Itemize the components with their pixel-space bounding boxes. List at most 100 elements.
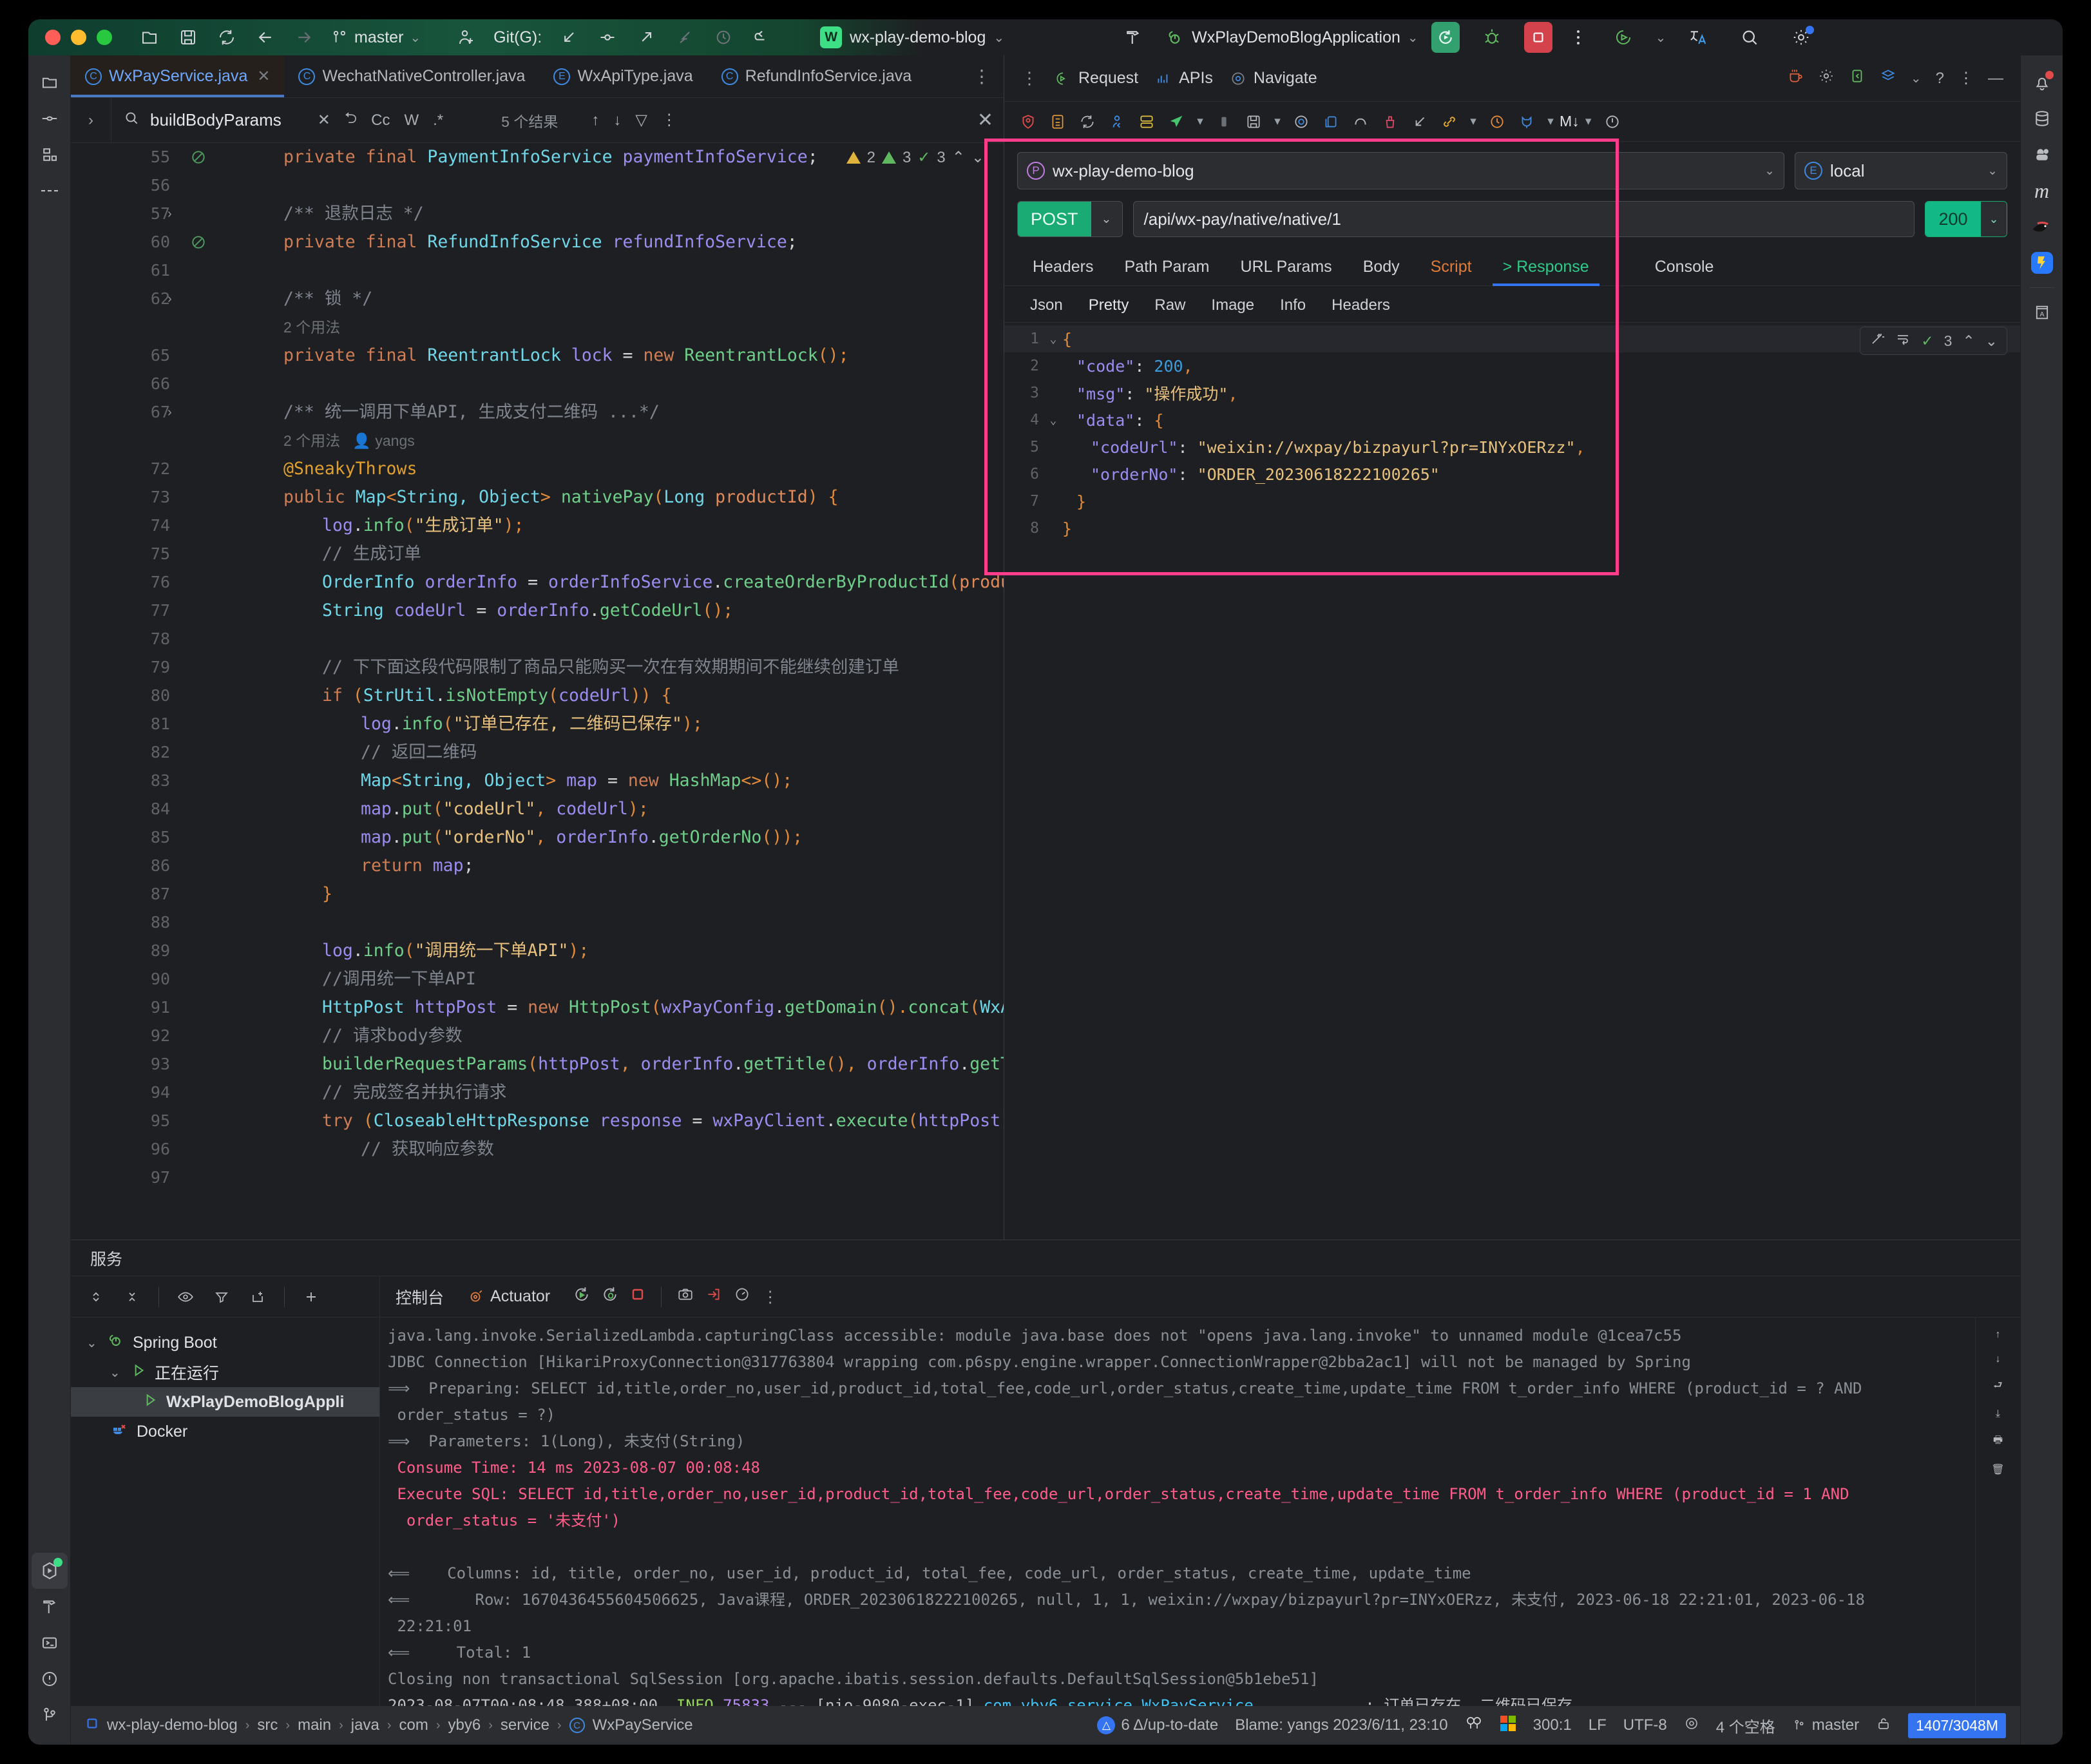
version-control-tool-icon[interactable] xyxy=(32,1697,68,1733)
scroll-down-icon[interactable]: ⌄ xyxy=(1985,332,1998,350)
shield-icon[interactable] xyxy=(1013,107,1043,137)
environment-selector[interactable]: E local ⌄ xyxy=(1795,152,2007,189)
tab-console[interactable]: Console xyxy=(1639,249,1730,285)
layers-icon[interactable] xyxy=(1880,68,1896,89)
vcs-status[interactable]: △ 6 Δ/up-to-date xyxy=(1097,1716,1218,1734)
code-line[interactable]: return map; xyxy=(361,852,474,880)
request-file-selector[interactable]: P wx-play-demo-blog ⌄ xyxy=(1017,152,1784,189)
code-line[interactable]: map.put("codeUrl", codeUrl); xyxy=(361,795,649,823)
filter-icon[interactable] xyxy=(207,1282,236,1312)
console-more-icon[interactable]: ⋮ xyxy=(762,1287,778,1307)
bracket-icon[interactable] xyxy=(1849,68,1866,89)
scroll-end-icon[interactable]: ⤓ xyxy=(1996,1408,2000,1420)
json-fold-marker[interactable]: ⌄ xyxy=(1044,332,1062,346)
translate-icon[interactable] xyxy=(1679,19,1717,55)
tab-raw[interactable]: Raw xyxy=(1141,289,1198,322)
module-selector[interactable]: M↓ xyxy=(1560,107,1580,137)
close-window-button[interactable] xyxy=(45,30,61,45)
navigate-back-icon[interactable] xyxy=(246,19,285,55)
url-input[interactable]: /api/wx-pay/native/native/1 xyxy=(1132,201,1914,237)
tab-pretty[interactable]: Pretty xyxy=(1076,289,1142,322)
tab-path-param[interactable]: Path Param xyxy=(1109,249,1225,285)
cat-icon[interactable] xyxy=(1512,107,1542,137)
http-method-selector[interactable]: POST ⌄ xyxy=(1017,201,1123,237)
close-icon[interactable]: ✕ xyxy=(257,67,270,86)
git-update-icon[interactable] xyxy=(549,19,588,55)
find-previous-icon[interactable]: ↑ xyxy=(591,111,599,129)
expand-collapse-icon[interactable] xyxy=(81,1282,111,1312)
sliders-icon[interactable] xyxy=(1043,107,1073,137)
code-line[interactable]: // 获取响应参数 xyxy=(361,1135,494,1164)
breadcrumb-item-0[interactable]: wx-play-demo-blog xyxy=(107,1716,238,1734)
tree-node-docker[interactable]: Docker xyxy=(71,1417,379,1446)
response-status-badge[interactable]: 200 ⌄ xyxy=(1925,201,2007,237)
minimize-panel-icon[interactable]: — xyxy=(1988,70,2003,88)
save-icon[interactable] xyxy=(1239,107,1268,137)
json-line[interactable]: 2 "code": 200, xyxy=(1004,352,2020,379)
microsoft-icon[interactable] xyxy=(1500,1715,1516,1736)
link-icon[interactable] xyxy=(1435,107,1464,137)
show-hide-icon[interactable] xyxy=(171,1282,200,1312)
settings-gear-icon[interactable] xyxy=(1782,19,1820,55)
json-fold-marker[interactable]: ⌄ xyxy=(1044,414,1062,427)
git-push-icon[interactable] xyxy=(627,19,665,55)
code-line[interactable]: log.info("生成订单"); xyxy=(322,512,524,540)
breadcrumb-item-2[interactable]: main xyxy=(298,1716,331,1734)
json-line[interactable]: 4 ⌄ "data": { xyxy=(1004,407,2020,434)
breadcrumb-item-3[interactable]: java xyxy=(351,1716,379,1734)
project-selector[interactable]: W wx-play-demo-blog ⌄ xyxy=(820,23,1004,52)
blame-label[interactable]: Blame: yangs 2023/6/11, 23:10 xyxy=(1235,1716,1447,1734)
tab-request[interactable]: Request xyxy=(1055,69,1138,88)
code-line[interactable]: String codeUrl = orderInfo.getCodeUrl(); xyxy=(322,597,733,625)
code-line[interactable]: private final PaymentInfoService payment… xyxy=(283,143,818,171)
generate-code-icon[interactable] xyxy=(1102,107,1132,137)
inspection-widget[interactable]: 2 3 ✓ 3 ⌃ ⌄ xyxy=(846,148,984,167)
match-case-toggle[interactable]: Cc xyxy=(371,111,390,129)
filter-icon[interactable]: ▽ xyxy=(635,111,647,129)
navigate-forward-icon[interactable] xyxy=(285,19,323,55)
tab-json[interactable]: Json xyxy=(1017,289,1076,322)
minimize-window-button[interactable] xyxy=(71,30,86,45)
copy-icon[interactable] xyxy=(1316,107,1346,137)
find-next-icon[interactable]: ↓ xyxy=(613,111,621,129)
editor-tab-wechatnativecontroller[interactable]: C WechatNativeController.java xyxy=(284,55,539,97)
scroll-up-icon[interactable]: ↑ xyxy=(1996,1329,2001,1341)
breadcrumb-item-4[interactable]: com xyxy=(399,1716,428,1734)
code-line[interactable]: // 返回二维码 xyxy=(361,738,477,767)
chevron-down-icon[interactable]: ▾ xyxy=(1464,107,1482,137)
tab-headers-response[interactable]: Headers xyxy=(1319,289,1403,322)
code-line[interactable]: /** 锁 */ xyxy=(283,285,372,313)
maximize-window-button[interactable] xyxy=(97,30,112,45)
undo-icon[interactable] xyxy=(743,19,781,55)
more-run-options-icon[interactable] xyxy=(1565,19,1591,55)
code-line[interactable]: /** 退款日志 */ xyxy=(283,200,424,228)
panel-more-icon[interactable]: ⋮ xyxy=(1021,68,1038,88)
tab-info[interactable]: Info xyxy=(1267,289,1319,322)
whole-words-toggle[interactable]: W xyxy=(404,111,419,129)
json-line[interactable]: 6 "orderNo": "ORDER_20230618222100265" xyxy=(1004,461,2020,488)
code-line[interactable]: log.info("调用统一下单API"); xyxy=(322,937,589,965)
magic-wand-icon[interactable] xyxy=(1869,331,1885,350)
usage-hint[interactable]: 2 个用法 xyxy=(283,432,340,449)
scroll-down-icon[interactable]: ⌄ xyxy=(971,148,984,167)
json-line[interactable]: 7} xyxy=(1004,488,2020,515)
form-icon[interactable] xyxy=(1132,107,1161,137)
soft-wrap-icon[interactable]: ⮐ xyxy=(1993,1378,2002,1395)
line-separator[interactable]: LF xyxy=(1589,1716,1607,1734)
chevron-down-icon[interactable]: ▾ xyxy=(1191,107,1209,137)
tab-body[interactable]: Body xyxy=(1348,249,1415,285)
gutter-run-icon[interactable] xyxy=(190,143,209,171)
code-line[interactable]: private final RefundInfoService refundIn… xyxy=(283,228,797,256)
rerun-icon[interactable] xyxy=(573,1286,590,1307)
chevron-down-icon[interactable]: ⌄ xyxy=(1911,70,1922,86)
gutter-run-icon[interactable] xyxy=(190,228,209,256)
panel-options-icon[interactable]: ⋮ xyxy=(1958,69,1974,88)
json-line[interactable]: 8} xyxy=(1004,515,2020,542)
gauge-icon[interactable] xyxy=(734,1286,750,1307)
editor-tabs-more-icon[interactable]: ⋮ xyxy=(960,55,1004,97)
close-find-icon[interactable]: ✕ xyxy=(977,109,993,131)
add-service-icon[interactable] xyxy=(296,1282,326,1312)
code-line[interactable]: builderRequestParams(httpPost, orderInfo… xyxy=(322,1050,1004,1079)
clear-icon[interactable] xyxy=(1375,107,1405,137)
scroll-down-icon[interactable]: ↓ xyxy=(1996,1354,2001,1365)
